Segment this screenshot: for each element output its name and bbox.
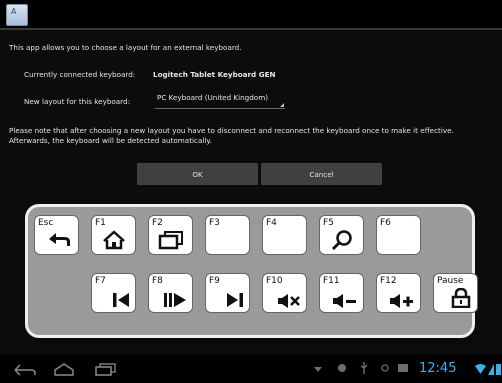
volume-down-icon <box>333 294 356 308</box>
key-f3[interactable]: F3 <box>205 215 250 255</box>
key-f8[interactable]: F8 <box>148 273 193 313</box>
note-line-2: Afterwards, the keyboard will be detecte… <box>9 136 212 145</box>
key-label: F11 <box>323 276 340 286</box>
key-label: Pause <box>437 276 464 286</box>
settings-dialog: This app allows you to choose a layout f… <box>0 32 502 195</box>
next-track-icon <box>227 293 243 307</box>
notification-icon[interactable] <box>314 364 322 372</box>
layout-select[interactable]: PC Keyboard (United Kingdom) <box>155 89 285 109</box>
key-f5[interactable]: F5 <box>319 215 364 255</box>
ok-button[interactable]: OK <box>137 163 258 185</box>
lock-icon <box>451 288 471 308</box>
key-esc[interactable]: Esc <box>34 215 79 255</box>
layout-select-value: PC Keyboard (United Kingdom) <box>157 93 269 102</box>
key-f7[interactable]: F7 <box>91 273 136 313</box>
keyboard-panel: Esc F1 F2 F3 F4 F5 F6 F7 F8 F9 F10 F11 F… <box>25 204 478 338</box>
sync-icon[interactable] <box>381 364 389 372</box>
home-icon <box>102 230 125 250</box>
new-layout-label: New layout for this keyboard: <box>24 97 130 106</box>
key-label: Esc <box>38 218 54 228</box>
key-f2[interactable]: F2 <box>148 215 193 255</box>
key-label: F9 <box>209 276 220 286</box>
previous-track-icon <box>113 293 129 307</box>
play-pause-icon <box>164 293 186 307</box>
title-bar: A <box>0 0 502 30</box>
key-label: F4 <box>266 218 277 228</box>
signal-icon <box>488 364 494 375</box>
dropdown-corner-icon <box>280 103 284 107</box>
key-f1[interactable]: F1 <box>91 215 136 255</box>
wifi-icon <box>475 364 486 374</box>
note-line-1: Please note that after choosing a new la… <box>9 126 454 135</box>
mute-icon <box>278 294 300 308</box>
connected-keyboard-value: Logitech Tablet Keyboard GEN <box>153 70 276 79</box>
connected-keyboard-label: Currently connected keyboard: <box>24 70 136 79</box>
key-label: F12 <box>380 276 397 286</box>
key-label: F8 <box>152 276 163 286</box>
battery-icon <box>496 364 501 375</box>
key-label: F1 <box>95 218 106 228</box>
keyboard-icon[interactable] <box>398 363 408 373</box>
key-f11[interactable]: F11 <box>319 273 364 313</box>
android-icon[interactable] <box>337 362 347 374</box>
volume-up-icon <box>390 294 413 308</box>
key-f12[interactable]: F12 <box>376 273 421 313</box>
key-f9[interactable]: F9 <box>205 273 250 313</box>
recent-apps-icon[interactable] <box>95 363 117 376</box>
key-label: F5 <box>323 218 334 228</box>
clock: 12:45 <box>419 361 457 376</box>
key-label: F6 <box>380 218 391 228</box>
key-label: F2 <box>152 218 163 228</box>
key-label: F3 <box>209 218 220 228</box>
cancel-button[interactable]: Cancel <box>261 163 382 185</box>
usb-icon[interactable] <box>360 362 368 374</box>
key-label: F10 <box>266 276 283 286</box>
key-f10[interactable]: F10 <box>262 273 307 313</box>
key-f4[interactable]: F4 <box>262 215 307 255</box>
system-bar: 12:45 <box>0 355 502 383</box>
recent-apps-icon <box>158 231 183 250</box>
search-icon <box>331 230 352 250</box>
back-icon[interactable] <box>14 364 36 376</box>
home-icon[interactable] <box>53 363 75 376</box>
app-icon[interactable]: A <box>6 4 28 26</box>
key-pause[interactable]: Pause <box>433 273 478 313</box>
key-label: F7 <box>95 276 106 286</box>
key-f6[interactable]: F6 <box>376 215 421 255</box>
back-arrow-icon <box>49 233 70 246</box>
intro-text: This app allows you to choose a layout f… <box>9 43 242 52</box>
